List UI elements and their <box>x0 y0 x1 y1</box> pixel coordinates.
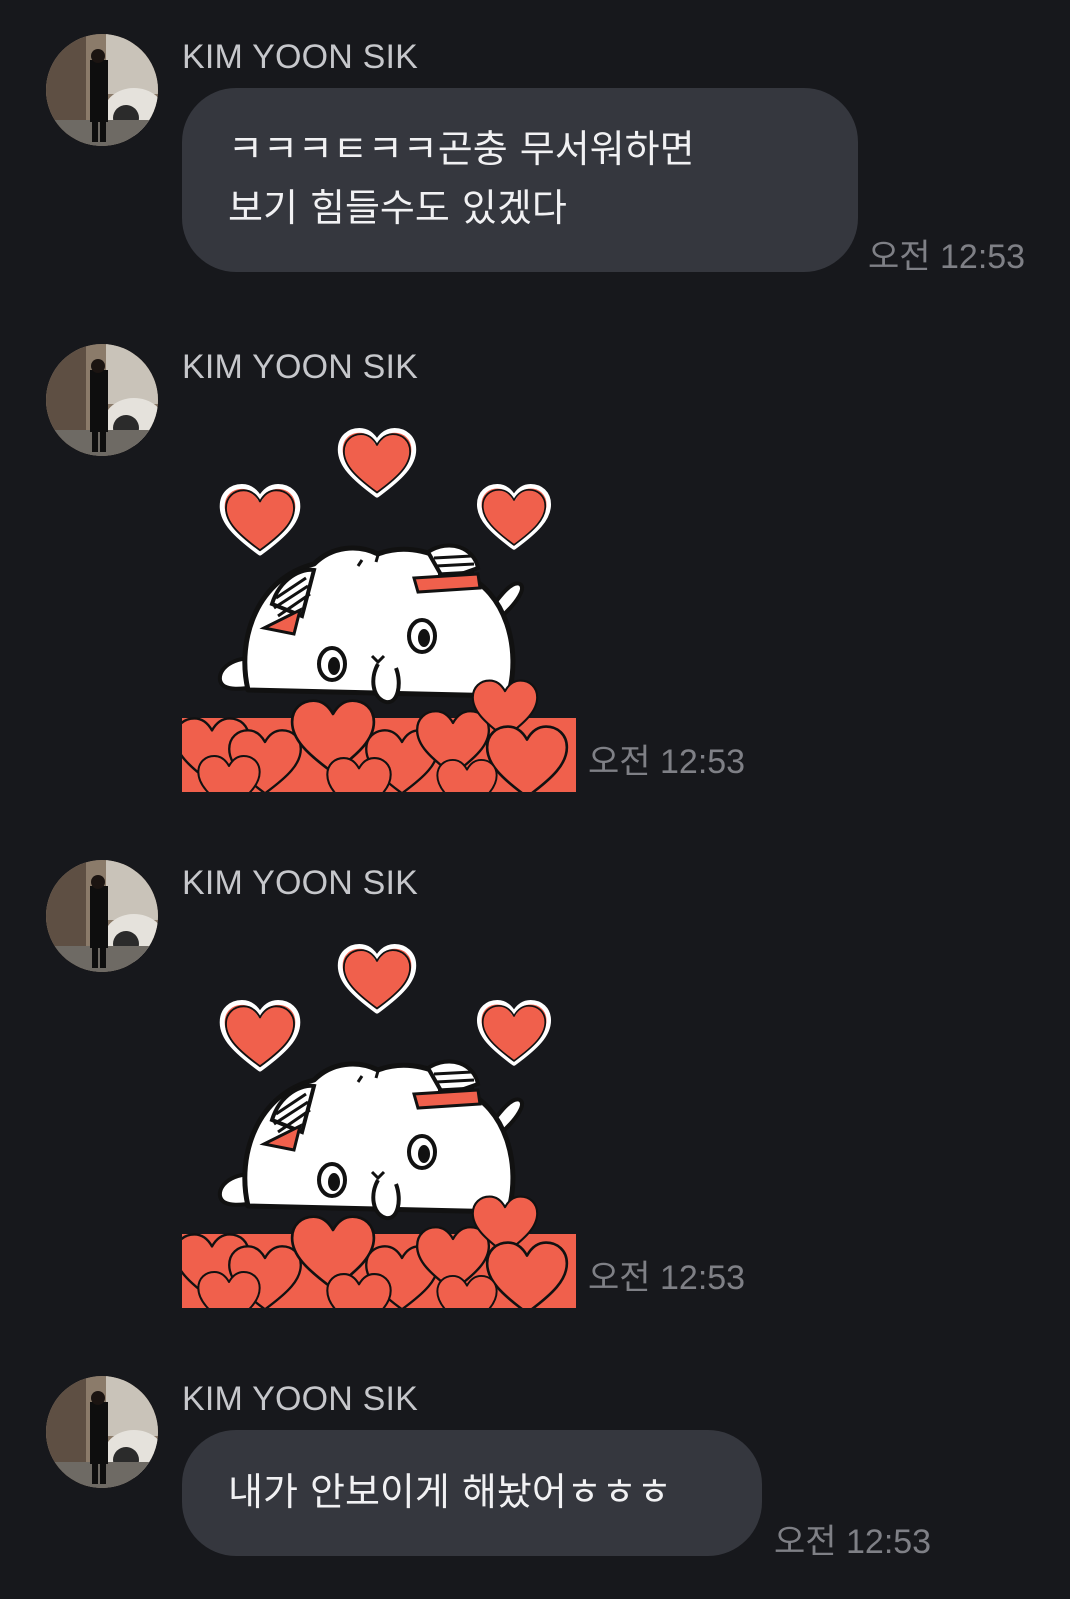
sticker-image-icon <box>173 944 576 1331</box>
white-cat-hearts-sticker[interactable] <box>173 428 576 815</box>
avatar-photo-icon <box>46 34 158 146</box>
avatar[interactable] <box>46 860 158 972</box>
avatar-photo-icon <box>46 1376 158 1488</box>
message-timestamp: 오전 12:53 <box>774 1523 932 1561</box>
sticker-image-icon <box>173 428 576 815</box>
white-cat-hearts-sticker[interactable] <box>173 944 576 1331</box>
message-timestamp: 오전 12:53 <box>588 1259 746 1297</box>
avatar[interactable] <box>46 1376 158 1488</box>
sender-name: KIM YOON SIK <box>182 864 419 902</box>
avatar-photo-icon <box>46 860 158 972</box>
avatar[interactable] <box>46 344 158 456</box>
avatar[interactable] <box>46 34 158 146</box>
sender-name: KIM YOON SIK <box>182 38 419 76</box>
message-timestamp: 오전 12:53 <box>588 743 746 781</box>
message-bubble[interactable]: ㅋㅋㅋㅌㅋㅋ곤충 무서워하면 보기 힘들수도 있겠다 <box>182 88 858 272</box>
avatar-photo-icon <box>46 344 158 456</box>
message-timestamp: 오전 12:53 <box>868 238 1026 276</box>
message-bubble[interactable]: 내가 안보이게 해놨어ㅎㅎㅎ <box>182 1430 762 1556</box>
sender-name: KIM YOON SIK <box>182 1380 419 1418</box>
sender-name: KIM YOON SIK <box>182 348 419 386</box>
